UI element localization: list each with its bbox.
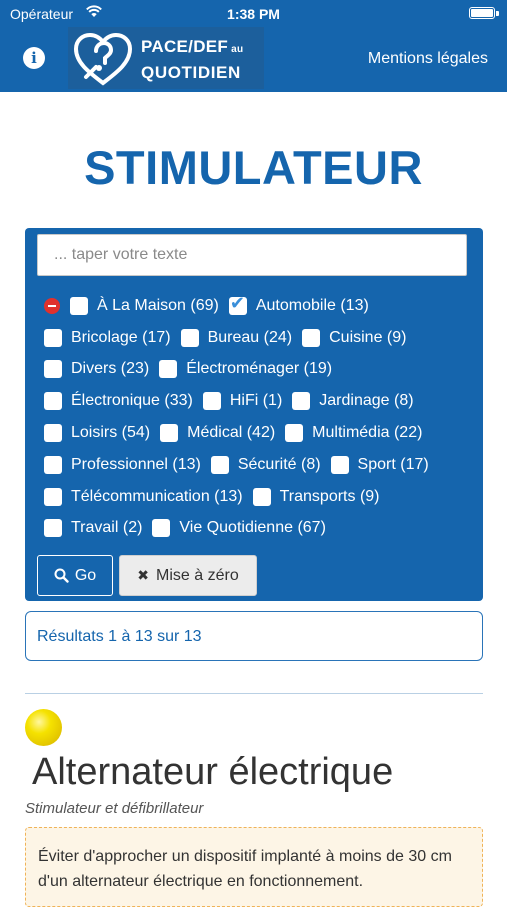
filter-item[interactable]: Bricolage (17) [44, 328, 171, 347]
clear-filters-icon[interactable] [44, 297, 60, 314]
mentions-legales-link[interactable]: Mentions légales [368, 50, 488, 68]
filter-checkbox[interactable] [44, 360, 62, 379]
filter-row: Bricolage (17) Bureau (24) Cuisine (9) [44, 322, 474, 354]
battery-icon [469, 7, 495, 19]
filter-checkbox[interactable] [302, 328, 321, 347]
divider [25, 693, 483, 694]
filter-checkbox[interactable] [44, 519, 62, 538]
filter-checkbox[interactable] [152, 519, 171, 538]
results-count: Résultats 1 à 13 sur 13 [37, 628, 202, 645]
filter-label: Divers (23) [71, 360, 150, 378]
search-panel: À La Maison (69) Automobile (13) Bricolage… [25, 228, 483, 601]
page-title: STIMULATEUR [84, 141, 423, 194]
filter-item[interactable]: Électronique (33) [44, 392, 193, 411]
results-box: Résultats 1 à 13 sur 13 [25, 611, 483, 661]
filter-item[interactable]: Sport (17) [330, 455, 429, 474]
warning-text: Éviter d'approcher un dispositif implant… [38, 848, 452, 890]
logo-line1: PACE/DEF au [141, 37, 244, 56]
filter-list: À La Maison (69) Automobile (13) Bricolage… [44, 290, 474, 544]
filter-item[interactable]: Vie Quotidienne (67) [152, 519, 326, 538]
filter-label: Électronique (33) [71, 392, 193, 410]
filter-checkbox[interactable] [44, 455, 62, 474]
search-input[interactable] [37, 234, 467, 276]
filter-checkbox[interactable] [44, 328, 62, 347]
filter-item[interactable]: HiFi (1) [202, 392, 283, 411]
filter-item[interactable]: Bureau (24) [180, 328, 293, 347]
filter-item[interactable]: Automobile (13) [228, 293, 369, 315]
filter-checkbox[interactable] [228, 293, 247, 315]
navbar: i PACE/DEF au QUOTIDIEN Mentions légales [0, 27, 507, 92]
filter-label: Cuisine (9) [329, 328, 407, 346]
filter-row: Électronique (33) HiFi (1) Jardinage (8) [44, 385, 474, 417]
filter-item[interactable]: Jardinage (8) [292, 392, 414, 411]
filter-item[interactable]: Loisirs (54) [44, 424, 151, 443]
filter-label: HiFi (1) [229, 392, 283, 410]
filter-checkbox[interactable] [70, 296, 88, 315]
yellow-status-icon [25, 709, 62, 746]
warning-box: Éviter d'approcher un dispositif implant… [25, 827, 483, 907]
app-logo[interactable]: PACE/DEF au QUOTIDIEN [68, 27, 264, 89]
filter-label: Électroménager (19) [186, 360, 333, 378]
filter-label: Loisirs (54) [71, 424, 151, 442]
filter-checkbox[interactable] [44, 487, 62, 506]
filter-label: À La Maison (69) [97, 296, 219, 314]
filter-item[interactable]: Électroménager (19) [159, 360, 333, 379]
filter-item[interactable]: Télécommunication (13) [44, 487, 243, 506]
filter-label: Multimédia (22) [312, 424, 423, 442]
filter-label: Bricolage (17) [71, 328, 171, 346]
battery-tip [496, 11, 499, 16]
search-icon [54, 568, 69, 583]
filter-label: Sport (17) [357, 455, 429, 473]
filter-checkbox[interactable] [160, 424, 179, 443]
filter-item[interactable]: Sécurité (8) [210, 455, 321, 474]
filter-checkbox[interactable] [285, 424, 304, 443]
filter-label: Bureau (24) [207, 328, 293, 346]
filter-row: À La Maison (69) Automobile (13) [44, 290, 474, 322]
filter-item[interactable]: À La Maison (69) [70, 296, 219, 315]
filter-row: Télécommunication (13) Transports (9) [44, 481, 474, 513]
filter-row: Loisirs (54) Médical (42) Multimédia (22) [44, 417, 474, 449]
filter-checkbox[interactable] [44, 392, 62, 411]
filter-label: Transports (9) [279, 487, 380, 505]
filter-row: Professionnel (13) Sécurité (8) Sport (17) [44, 449, 474, 481]
filter-checkbox[interactable] [210, 455, 229, 474]
go-label: Go [74, 566, 97, 584]
filter-label: Télécommunication (13) [71, 487, 243, 505]
filter-item[interactable]: Professionnel (13) [44, 455, 201, 474]
heart-logo-icon [73, 32, 133, 86]
filter-label: Automobile (13) [255, 296, 369, 314]
filter-label: Professionnel (13) [71, 455, 201, 473]
filter-checkbox[interactable] [159, 360, 178, 379]
filter-label: Jardinage (8) [319, 392, 414, 410]
go-button[interactable]: Go [37, 555, 113, 596]
filter-row: Travail (2) Vie Quotidienne (67) [44, 513, 474, 545]
filter-label: Travail (2) [71, 519, 143, 537]
item-title[interactable]: Alternateur électrique [32, 751, 393, 794]
reset-button[interactable]: ✖ Mise à zéro [119, 555, 257, 596]
filter-checkbox[interactable] [292, 392, 311, 411]
filter-item[interactable]: Multimédia (22) [285, 424, 423, 443]
filter-checkbox[interactable] [44, 424, 62, 443]
filter-item[interactable]: Médical (42) [160, 424, 276, 443]
filter-checkbox[interactable] [252, 487, 271, 506]
info-icon[interactable]: i [23, 47, 45, 69]
clock: 1:38 PM [227, 6, 280, 22]
filter-item[interactable]: Cuisine (9) [302, 328, 407, 347]
filter-item[interactable]: Travail (2) [44, 519, 143, 538]
filter-checkbox[interactable] [330, 455, 349, 474]
filter-label: Vie Quotidienne (67) [179, 519, 326, 537]
item-subtitle: Stimulateur et défibrillateur [25, 800, 204, 817]
filter-checkbox[interactable] [180, 328, 199, 347]
close-icon: ✖ [137, 567, 150, 584]
filter-label: Médical (42) [187, 424, 276, 442]
logo-line2: QUOTIDIEN [141, 63, 241, 82]
filter-item[interactable]: Divers (23) [44, 360, 150, 379]
filter-checkbox[interactable] [202, 392, 221, 411]
filter-item[interactable]: Transports (9) [252, 487, 380, 506]
filter-row: Divers (23) Électroménager (19) [44, 354, 474, 386]
filter-label: Sécurité (8) [237, 455, 321, 473]
status-bar: Opérateur 1:38 PM [0, 0, 507, 27]
reset-label: Mise à zéro [156, 566, 239, 584]
